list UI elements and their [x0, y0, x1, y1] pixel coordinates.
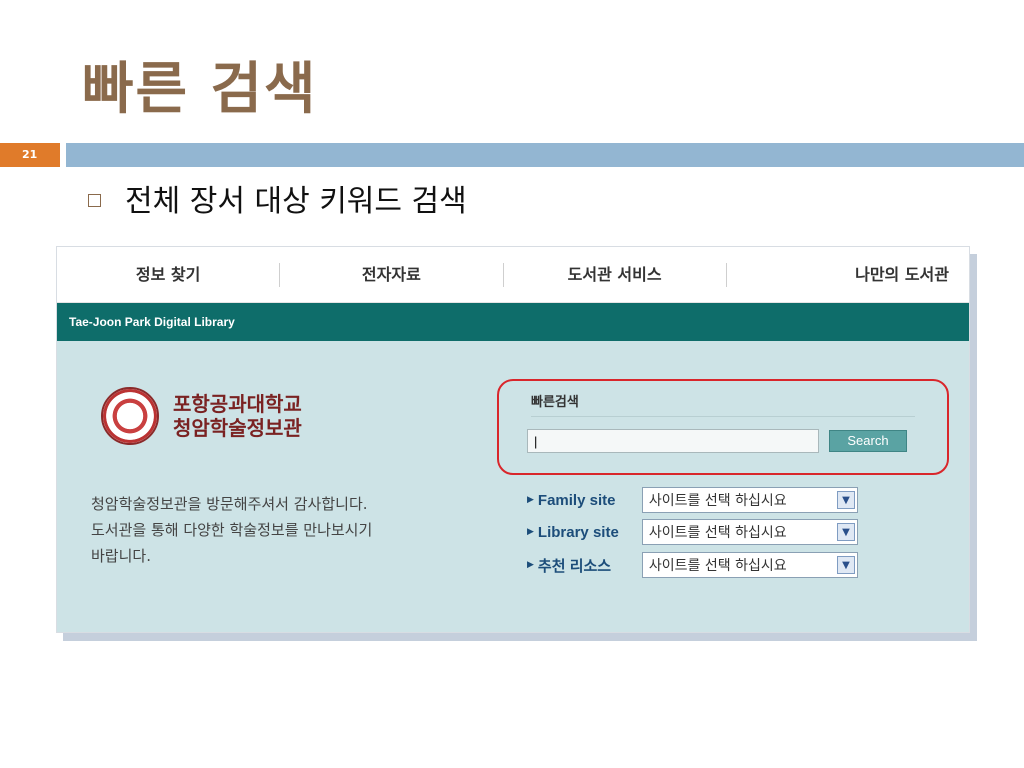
- top-nav: 정보 찾기 전자자료 도서관 서비스 나만의 도서관: [57, 247, 969, 303]
- quick-search-highlight: 빠른검색 Search: [497, 379, 949, 475]
- triangle-right-icon: ▶: [527, 527, 534, 537]
- triangle-right-icon: ▶: [527, 495, 534, 505]
- family-site-select[interactable]: 사이트를 선택 하십시요 ▼: [641, 487, 858, 513]
- university-seal-icon: [101, 387, 159, 445]
- library-site-select-value: 사이트를 선택 하십시요: [648, 525, 787, 541]
- chevron-down-icon[interactable]: ▼: [836, 523, 855, 541]
- quick-search-input[interactable]: [527, 429, 819, 453]
- library-screenshot: 정보 찾기 전자자료 도서관 서비스 나만의 도서관 Tae-Joon Park…: [56, 246, 970, 633]
- library-site-label: Library site: [537, 523, 619, 541]
- slide-number: 21: [0, 143, 60, 167]
- university-logo[interactable]: 포항공과대학교 청암학술정보관: [101, 387, 302, 445]
- accent-bar: [66, 143, 1024, 167]
- family-site-label: Family site: [537, 491, 616, 509]
- nav-item-my-library[interactable]: 나만의 도서관: [727, 263, 969, 287]
- welcome-message: 청암학술정보관을 방문해주셔서 감사합니다. 도서관을 통해 다양한 학술정보를…: [91, 491, 471, 569]
- recommended-resources-select-value: 사이트를 선택 하십시요: [648, 558, 787, 574]
- bullet-text: 전체 장서 대상 키워드 검색: [125, 184, 467, 219]
- recommended-resources-row: ▶ 추천 리소스 사이트를 선택 하십시요 ▼: [527, 552, 858, 578]
- family-site-select-value: 사이트를 선택 하십시요: [648, 493, 787, 509]
- welcome-line: 바랍니다.: [91, 547, 151, 565]
- nav-item-e-resources[interactable]: 전자자료: [280, 262, 504, 287]
- recommended-resources-label: 추천 리소스: [537, 557, 612, 575]
- logo-library-name: 청암학술정보관: [173, 416, 302, 440]
- search-button[interactable]: Search: [829, 430, 907, 452]
- main-content: 포항공과대학교 청암학술정보관 청암학술정보관을 방문해주셔서 감사합니다. 도…: [57, 341, 969, 631]
- logo-university-name: 포항공과대학교: [173, 392, 302, 416]
- slide-title: 빠른 검색: [82, 57, 318, 122]
- bullet-point: 전체 장서 대상 키워드 검색: [88, 176, 467, 220]
- welcome-line: 도서관을 통해 다양한 학술정보를 만나보시기: [91, 521, 373, 539]
- library-site-select[interactable]: 사이트를 선택 하십시요 ▼: [641, 519, 858, 545]
- triangle-right-icon: ▶: [527, 560, 534, 570]
- nav-item-library-services[interactable]: 도서관 서비스: [504, 262, 727, 287]
- site-banner: Tae-Joon Park Digital Library: [57, 303, 969, 341]
- welcome-line: 청암학술정보관을 방문해주셔서 감사합니다.: [91, 495, 368, 513]
- recommended-resources-select[interactable]: 사이트를 선택 하십시요 ▼: [641, 552, 858, 578]
- quick-search-title: 빠른검색: [531, 391, 915, 417]
- family-site-row: ▶ Family site 사이트를 선택 하십시요 ▼: [527, 487, 858, 513]
- library-site-row: ▶ Library site 사이트를 선택 하십시요 ▼: [527, 519, 858, 545]
- square-bullet-icon: [88, 193, 101, 207]
- nav-item-info-search[interactable]: 정보 찾기: [57, 262, 281, 287]
- chevron-down-icon[interactable]: ▼: [836, 491, 855, 509]
- chevron-down-icon[interactable]: ▼: [836, 556, 855, 574]
